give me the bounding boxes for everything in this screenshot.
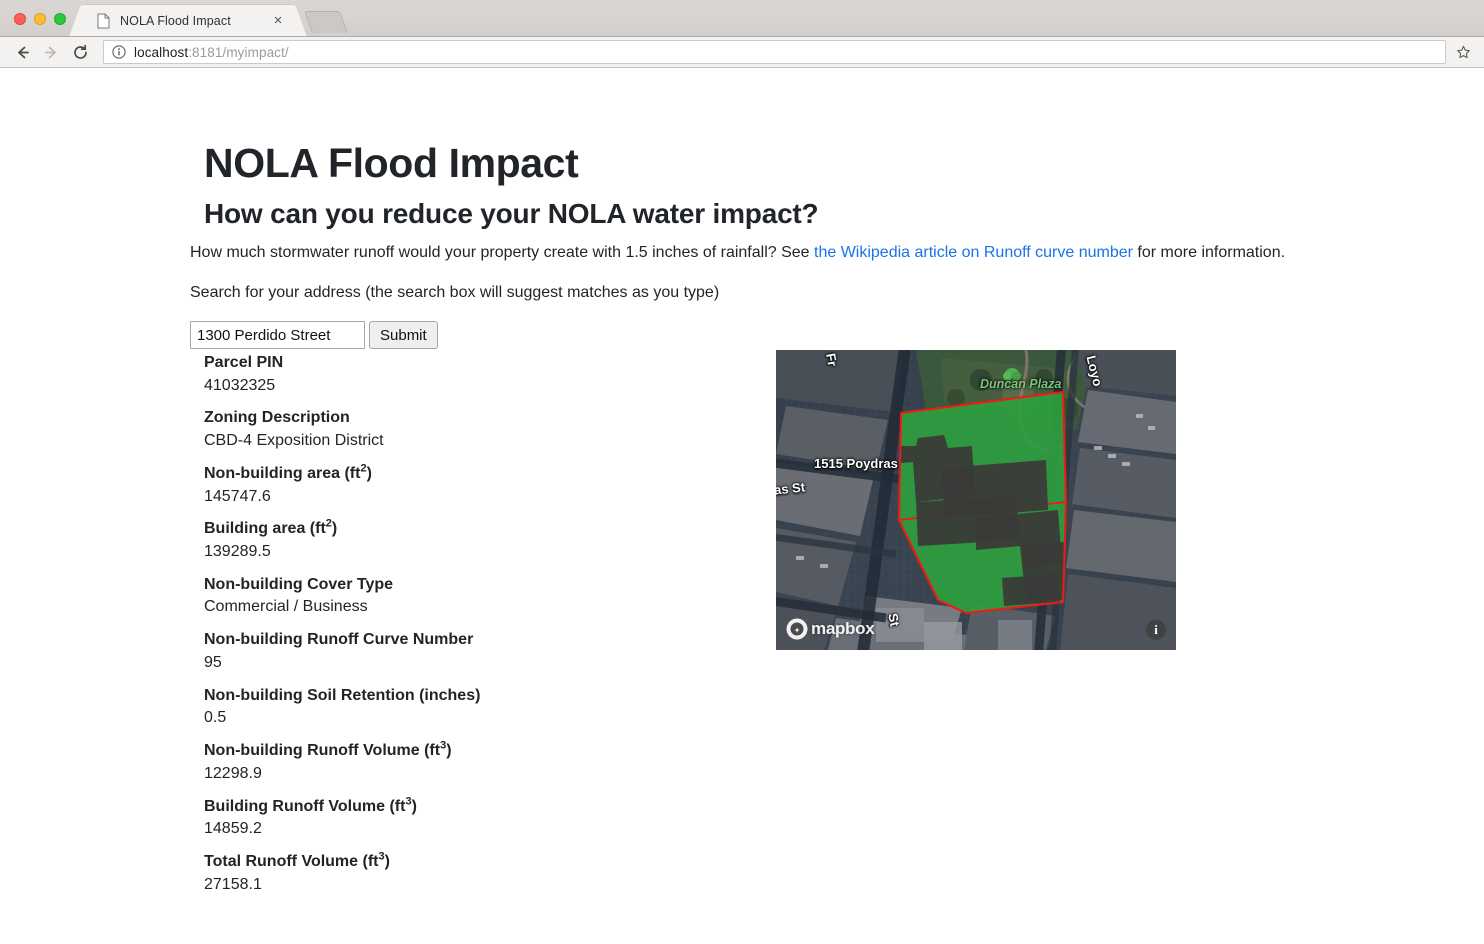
mapbox-mark-icon: [786, 618, 808, 640]
minimize-window-button[interactable]: [34, 13, 46, 25]
result-field-value: 12298.9: [204, 764, 262, 782]
page-icon: [96, 13, 111, 29]
result-field-label: Total Runoff Volume (ft3): [204, 850, 390, 870]
unit-exponent: 3: [378, 850, 385, 863]
result-field: Total Runoff Volume (ft3) 27158.1: [204, 851, 724, 896]
page-body: NOLA Flood Impact How can you reduce you…: [0, 68, 1484, 943]
result-field-label: Non-building Runoff Curve Number: [204, 631, 474, 649]
info-circle-icon[interactable]: [112, 45, 126, 59]
result-field-label: Non-building Soil Retention (inches): [204, 686, 481, 704]
forward-arrow-icon: [37, 39, 66, 65]
search-instructions: Search for your address (the search box …: [190, 284, 720, 301]
map-info-button[interactable]: i: [1146, 620, 1166, 640]
result-field-value: 139289.5: [204, 543, 271, 561]
url-text: localhost:8181/myimpact/: [134, 45, 289, 60]
search-form: Submit: [190, 321, 438, 349]
tab-title: NOLA Flood Impact: [120, 13, 231, 28]
submit-button[interactable]: Submit: [369, 321, 438, 349]
intro-text-after: for more information.: [1132, 244, 1286, 261]
mapbox-logo[interactable]: mapbox: [786, 618, 875, 640]
unit-exponent: 2: [360, 462, 367, 475]
result-field-value: 145747.6: [204, 487, 271, 505]
intro-text-before: How much stormwater runoff would your pr…: [190, 244, 814, 261]
maximize-window-button[interactable]: [54, 13, 66, 25]
reload-icon[interactable]: [66, 39, 95, 65]
result-field-label: Non-building Runoff Volume (ft3): [204, 739, 452, 760]
close-icon[interactable]: ×: [270, 13, 286, 29]
page-subtitle: How can you reduce your NOLA water impac…: [204, 198, 819, 229]
unit-exponent: 3: [440, 739, 447, 752]
result-field-label: Non-building Cover Type: [204, 575, 394, 593]
page-title: NOLA Flood Impact: [204, 140, 579, 186]
star-icon[interactable]: [1450, 45, 1476, 60]
result-field: Non-building Soil Retention (inches) 0.5: [204, 685, 724, 730]
result-field-label: Non-building area (ft2): [204, 462, 372, 482]
result-field-label: Building Runoff Volume (ft3): [204, 795, 417, 815]
browser-window: NOLA Flood Impact × localhost:8181/myimp…: [0, 0, 1484, 68]
unit-exponent: 3: [405, 795, 412, 808]
result-field-label: Zoning Description: [204, 409, 350, 427]
result-field-value: 41032325: [204, 376, 276, 394]
result-field-value: Commercial / Business: [204, 598, 368, 616]
parcel-results-list: Parcel PIN 41032325 Zoning Description CBD-…: [204, 352, 724, 906]
result-field-value: 95: [204, 653, 222, 671]
unit-exponent: 2: [325, 517, 332, 530]
browser-tab[interactable]: NOLA Flood Impact ×: [82, 5, 294, 36]
browser-toolbar: localhost:8181/myimpact/: [0, 37, 1484, 68]
map-satellite-imagery: [776, 350, 1176, 650]
window-controls: [0, 13, 76, 36]
result-field: Building area (ft2) 139289.5: [204, 518, 724, 563]
result-field: Non-building area (ft2) 145747.6: [204, 463, 724, 508]
wikipedia-link[interactable]: the Wikipedia article on Runoff curve nu…: [814, 244, 1133, 261]
result-field: Non-building Cover Type Commercial / Busi…: [204, 574, 724, 619]
address-bar[interactable]: localhost:8181/myimpact/: [103, 40, 1446, 64]
new-tab-button[interactable]: [303, 11, 349, 33]
tab-strip: NOLA Flood Impact ×: [0, 0, 1484, 37]
parcel-map[interactable]: Duncan Plaza 1515 Poydras as St Loyo Fr …: [776, 350, 1176, 650]
address-search-input[interactable]: [190, 321, 365, 349]
result-field-value: 14859.2: [204, 820, 262, 838]
result-field-value: 0.5: [204, 709, 227, 727]
result-field-label: Building area (ft2): [204, 517, 338, 538]
url-path: :8181/myimpact/: [188, 44, 289, 60]
result-field: Non-building Runoff Curve Number 95: [204, 629, 724, 674]
result-field-value: 27158.1: [204, 875, 262, 893]
result-field: Non-building Runoff Volume (ft3) 12298.9: [204, 740, 724, 785]
result-field: Parcel PIN 41032325: [204, 352, 724, 397]
url-host: localhost: [134, 44, 189, 60]
result-field: Building Runoff Volume (ft3) 14859.2: [204, 796, 724, 841]
back-arrow-icon[interactable]: [8, 39, 37, 65]
mapbox-wordmark: mapbox: [811, 619, 875, 638]
result-field-label: Parcel PIN: [204, 354, 284, 371]
close-window-button[interactable]: [14, 13, 26, 25]
result-field: Zoning Description CBD-4 Exposition Distr…: [204, 407, 724, 452]
result-field-value: CBD-4 Exposition District: [204, 432, 384, 450]
intro-paragraph: How much stormwater runoff would your pr…: [190, 241, 1285, 265]
